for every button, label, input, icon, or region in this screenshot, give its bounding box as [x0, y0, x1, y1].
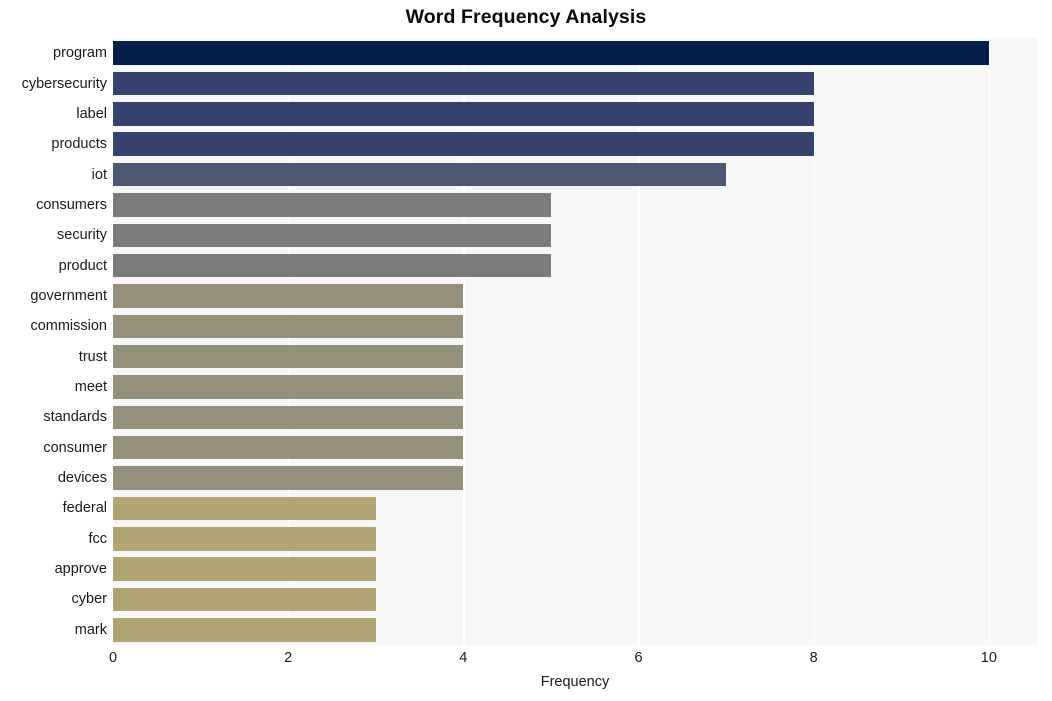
bar-row: [113, 223, 1037, 248]
x-tick-label-0: 0: [108, 650, 118, 666]
bar-meet[interactable]: [113, 375, 464, 399]
bar-federal[interactable]: [113, 496, 376, 521]
bar-security[interactable]: [113, 223, 551, 248]
word-frequency-chart: Word Frequency Analysis program cybersecu…: [0, 0, 1052, 701]
y-axis-tick-labels: program cybersecurity label products iot cons…: [0, 38, 107, 645]
x-tick-label-10: 10: [980, 650, 997, 666]
bar-iot[interactable]: [113, 162, 727, 187]
bar-standards[interactable]: [113, 405, 464, 430]
bar-government[interactable]: [113, 284, 464, 308]
bar-row: [113, 618, 1037, 642]
bar-row: [113, 284, 1037, 308]
y-tick-label-consumer: consumer: [43, 439, 107, 456]
y-tick-label-mark: mark: [74, 621, 107, 638]
bar-label[interactable]: [113, 102, 814, 126]
y-tick-label-devices: devices: [57, 470, 107, 487]
bar-row: [113, 527, 1037, 551]
bar-row: [113, 375, 1037, 399]
bar-row: [113, 587, 1037, 612]
y-tick-label-label: label: [76, 105, 107, 122]
y-tick-label-government: government: [30, 287, 107, 304]
bar-row: [113, 162, 1037, 187]
bar-row: [113, 71, 1037, 96]
bar-row: [113, 253, 1037, 278]
y-tick-label-security: security: [57, 227, 107, 244]
bar-cybersecurity[interactable]: [113, 71, 814, 96]
y-tick-label-fcc: fcc: [88, 530, 107, 547]
bar-row: [113, 193, 1037, 217]
bar-devices[interactable]: [113, 466, 464, 490]
y-tick-label-cyber: cyber: [71, 591, 107, 608]
plot-area: [113, 38, 1037, 645]
bar-product[interactable]: [113, 253, 551, 278]
bar-products[interactable]: [113, 132, 814, 156]
x-axis-title: Frequency: [540, 674, 610, 690]
y-tick-label-cybersecurity: cybersecurity: [21, 75, 107, 92]
bar-fcc[interactable]: [113, 527, 376, 551]
bar-cyber[interactable]: [113, 587, 376, 612]
x-tick-label-6: 6: [634, 650, 643, 666]
bar-commission[interactable]: [113, 314, 464, 339]
y-tick-label-standards: standards: [43, 409, 107, 426]
bar-program[interactable]: [113, 41, 989, 65]
y-tick-label-product: product: [58, 257, 107, 274]
bar-trust[interactable]: [113, 344, 464, 369]
y-tick-label-trust: trust: [78, 348, 107, 365]
chart-title: Word Frequency Analysis: [405, 6, 647, 28]
bar-approve[interactable]: [113, 557, 376, 581]
bar-mark[interactable]: [113, 618, 376, 642]
y-tick-label-consumers: consumers: [36, 196, 107, 213]
bar-row: [113, 435, 1037, 460]
x-tick-label-4: 4: [459, 650, 468, 666]
x-axis-tick-labels: 0 2 4 6 8 10: [109, 650, 1037, 672]
y-tick-label-federal: federal: [62, 500, 107, 517]
x-tick-label-2: 2: [284, 650, 293, 666]
bar-row: [113, 496, 1037, 521]
bar-row: [113, 557, 1037, 581]
bars-layer: [113, 38, 1037, 645]
y-tick-label-products: products: [51, 136, 107, 153]
y-tick-label-commission: commission: [30, 318, 107, 335]
bar-row: [113, 344, 1037, 369]
bar-row: [113, 466, 1037, 490]
x-tick-label-8: 8: [809, 650, 818, 666]
y-tick-label-approve: approve: [54, 561, 107, 578]
bar-consumers[interactable]: [113, 193, 551, 217]
bar-row: [113, 314, 1037, 339]
bar-row: [113, 41, 1037, 65]
y-tick-label-program: program: [53, 45, 107, 62]
bar-consumer[interactable]: [113, 435, 464, 460]
bar-row: [113, 405, 1037, 430]
y-tick-label-meet: meet: [74, 379, 107, 396]
bar-row: [113, 132, 1037, 156]
y-tick-label-iot: iot: [91, 166, 107, 183]
bar-row: [113, 102, 1037, 126]
